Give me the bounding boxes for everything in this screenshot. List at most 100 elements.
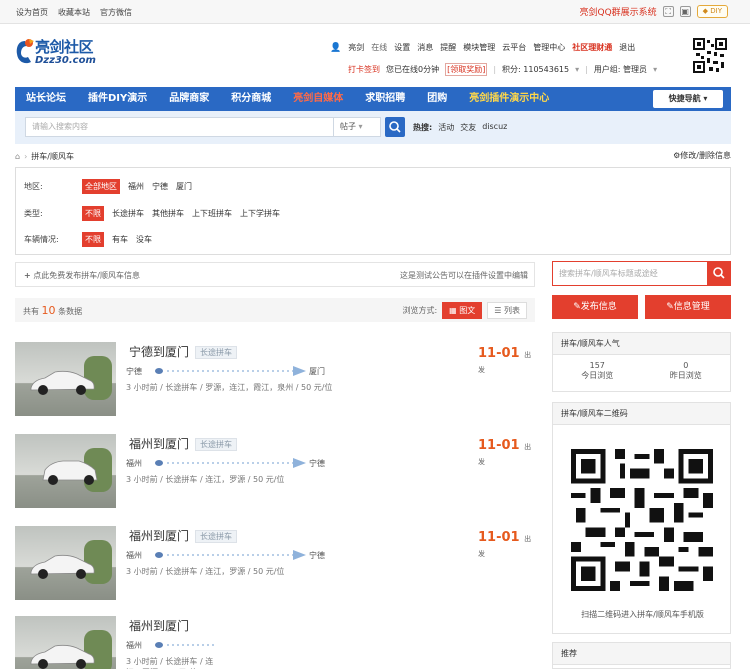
home-icon[interactable]: ⌂ — [15, 152, 20, 161]
site-logo[interactable]: 亮剑社区 Dzz30.com — [15, 35, 120, 77]
messages-link[interactable]: 消息 — [417, 42, 433, 53]
username[interactable]: 亮剑 — [348, 42, 364, 53]
quick-nav-button[interactable]: 快捷导航 ▾ — [653, 90, 723, 108]
edit-delete-link[interactable]: ⚙修改/删除信息 — [673, 150, 731, 161]
qq-group-link[interactable]: 亮剑QQ群展示系统 — [579, 5, 656, 18]
listing-title-text: 宁德到厦门 — [129, 345, 190, 359]
route: 福州 宁德 — [126, 458, 336, 470]
user-group-link[interactable]: 用户组: 管理员 — [594, 64, 647, 75]
car-photo[interactable] — [15, 526, 116, 600]
filter-option[interactable]: 上下班拼车 — [192, 208, 232, 219]
listing-meta: 3 小时前 / 长途拼车 / 罗源，连江，霞江，泉州 / 50 元/位 — [126, 383, 333, 392]
claim-reward-link[interactable]: [领取奖励] — [445, 63, 488, 76]
checkin-link[interactable]: 打卡签到 — [348, 64, 380, 75]
set-homepage-link[interactable]: 设为首页 — [16, 7, 48, 18]
list-item[interactable]: 宁德到厦门 长途拼车 宁德 厦门 3 小时前 / 长途拼车 / 罗源，连江，霞江，… — [15, 342, 535, 422]
listing-title[interactable]: 福州到厦门 — [129, 617, 189, 634]
filter-option[interactable]: 其他拼车 — [152, 208, 184, 219]
route-from: 福州 — [126, 459, 142, 468]
cloud-platform-link[interactable]: 云平台 — [502, 42, 526, 53]
filter-option[interactable]: 长途拼车 — [112, 208, 144, 219]
filter-option[interactable]: 福州 — [128, 181, 144, 192]
nav-item-brands[interactable]: 品牌商家 — [158, 87, 220, 111]
panel-title: 推荐 — [553, 643, 730, 665]
filter-option[interactable]: 有车 — [112, 234, 128, 245]
route: 福州 — [126, 640, 215, 652]
hot-term[interactable]: discuz — [482, 122, 507, 133]
filter-option[interactable]: 厦门 — [176, 181, 192, 192]
image-icon[interactable]: ▣ — [679, 6, 691, 17]
car-photo[interactable] — [15, 342, 116, 416]
logout-link[interactable]: 退出 — [619, 42, 635, 53]
points-link[interactable]: 积分: 110543615 — [502, 64, 569, 75]
nav-item-forum[interactable]: 站长论坛 — [15, 87, 77, 111]
filter-option[interactable]: 上下学拼车 — [240, 208, 280, 219]
yesterday-stat: 0 昨日浏览 — [642, 361, 731, 381]
nav-item-jobs[interactable]: 求职招聘 — [354, 87, 416, 111]
route: 福州 宁德 — [126, 550, 336, 562]
view-list-button[interactable]: ☰ 列表 — [487, 302, 527, 319]
manage-button[interactable]: ✎信息管理 — [645, 295, 731, 319]
sidebar-search-input[interactable]: 搜索拼车/顺风车标题或途经 — [552, 261, 707, 286]
hot-term[interactable]: 交友 — [460, 122, 476, 133]
chevron-down-icon[interactable]: ▾ — [575, 65, 579, 74]
admin-center-link[interactable]: 管理中心 — [533, 42, 565, 53]
fullscreen-icon[interactable]: ⛶ — [662, 6, 674, 17]
departure-date: 11-01 出发 — [478, 530, 535, 560]
wechat-link[interactable]: 官方微信 — [100, 7, 132, 18]
filter-option[interactable]: 没车 — [136, 234, 152, 245]
today-stat: 157 今日浏览 — [553, 361, 642, 381]
qr-caption: 扫描二维码进入拼车/顺风车手机版 — [581, 610, 704, 619]
nav-item-media[interactable]: 亮剑自媒体 — [282, 87, 354, 111]
publish-button[interactable]: ✎发布信息 — [552, 295, 638, 319]
settings-link[interactable]: 设置 — [394, 42, 410, 53]
notifications-link[interactable]: 提醒 — [440, 42, 456, 53]
listing-title[interactable]: 宁德到厦门 长途拼车 — [129, 343, 238, 360]
search-input[interactable]: 请输入搜索内容 — [25, 117, 345, 137]
nav-item-points-mall[interactable]: 积分商城 — [220, 87, 282, 111]
car-photo[interactable] — [15, 434, 116, 508]
nav-item-demo-center[interactable]: 亮剑插件演示中心 — [458, 87, 560, 111]
filter-option[interactable]: 全部地区 — [82, 179, 120, 194]
search-icon — [389, 121, 401, 133]
search-button[interactable] — [385, 117, 405, 137]
filter-option[interactable]: 不限 — [82, 206, 104, 221]
view-mode: 浏览方式: ▦ 图文 ☰ 列表 — [402, 302, 527, 319]
mobile-qr-code-icon — [571, 449, 713, 591]
bookmark-link[interactable]: 收藏本站 — [58, 7, 90, 18]
top-bar: 设为首页 收藏本站 官方微信 亮剑QQ群展示系统 ⛶ ▣ ◆ DIY — [0, 0, 750, 24]
list-item[interactable]: 福州到厦门 长途拼车 福州 宁德 3 小时前 / 长途拼车 / 连江，罗源 / 5… — [15, 434, 535, 514]
listing-title[interactable]: 福州到厦门 长途拼车 — [129, 435, 238, 452]
search-type-select[interactable]: 帖子 ▾ — [333, 117, 381, 137]
breadcrumb-section[interactable]: 拼车/顺风车 — [31, 151, 74, 162]
diy-button[interactable]: ◆ DIY — [696, 5, 728, 18]
filter-option[interactable]: 宁德 — [152, 181, 168, 192]
search-icon — [713, 267, 725, 279]
nav-item-group-buy[interactable]: 团购 — [416, 87, 458, 111]
wechat-qr-code-icon — [693, 38, 727, 74]
hot-term[interactable]: 活动 — [438, 122, 454, 133]
module-manage-link[interactable]: 模块管理 — [463, 42, 495, 53]
filter-row-type: 类型: 不限 长途拼车 其他拼车 上下班拼车 上下学拼车 — [24, 206, 280, 221]
nav-item-plugin-demo[interactable]: 插件DIY演示 — [77, 87, 158, 111]
route-from: 福州 — [126, 641, 142, 650]
filter-option[interactable]: 不限 — [82, 232, 104, 247]
post-bar: + 点此免费发布拼车/顺风车信息 这是测试公告可以在插件设置中编辑 — [15, 262, 535, 287]
free-post-link[interactable]: + 点此免费发布拼车/顺风车信息 — [24, 270, 140, 281]
view-image-button[interactable]: ▦ 图文 — [442, 302, 483, 319]
chevron-down-icon: ▾ — [703, 94, 708, 103]
finance-link[interactable]: 社区理财通 — [572, 42, 612, 53]
view-mode-label: 浏览方式: — [402, 306, 438, 315]
listing-title[interactable]: 福州到厦门 长途拼车 — [129, 527, 238, 544]
divider: | — [493, 65, 497, 74]
route-to: 宁德 — [309, 459, 325, 468]
filter-row-region: 地区: 全部地区 福州 宁德 厦门 — [24, 179, 192, 194]
list-item[interactable]: 福州到厦门 福州 3 小时前 / 长途拼车 / 连江，罗源 / 50 元/位 — [15, 616, 215, 669]
chevron-down-icon[interactable]: ▾ — [653, 65, 657, 74]
online-status: 在线 — [371, 43, 388, 52]
sidebar-search-button[interactable] — [707, 261, 731, 286]
quick-nav-label: 快捷导航 — [668, 94, 701, 103]
list-item[interactable]: 福州到厦门 长途拼车 福州 宁德 3 小时前 / 长途拼车 / 连江，罗源 / 5… — [15, 526, 535, 606]
car-photo[interactable] — [15, 616, 116, 669]
diy-label: DIY — [710, 7, 722, 15]
